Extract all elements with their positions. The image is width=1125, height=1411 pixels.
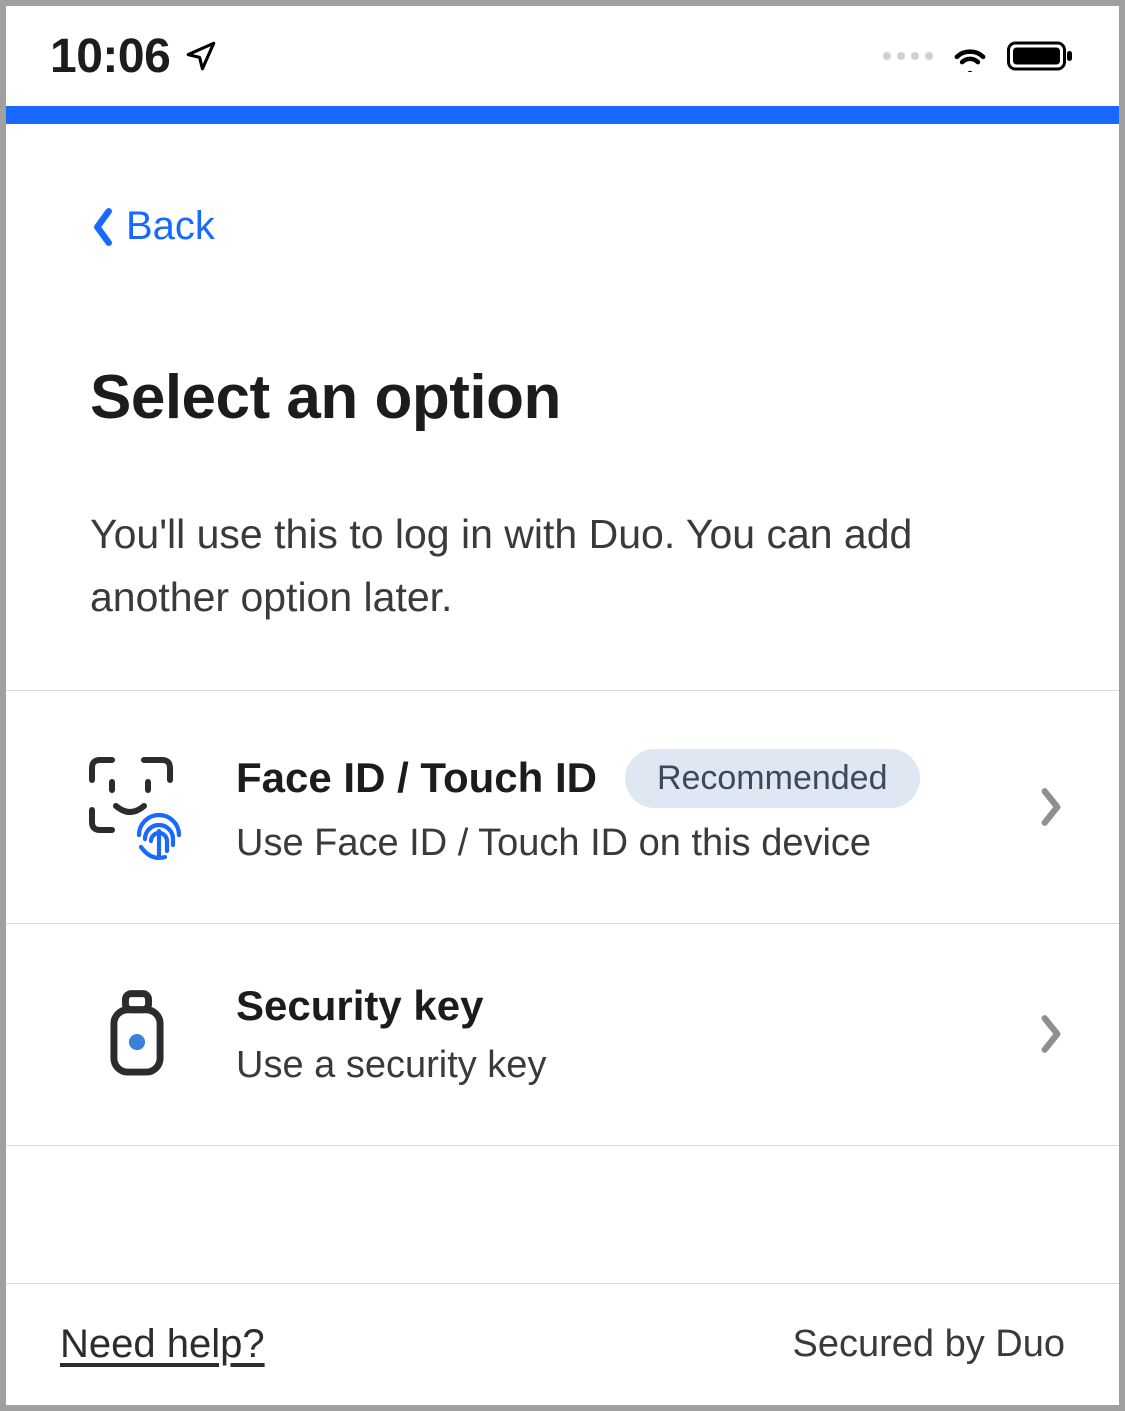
face-touch-id-icon [82, 752, 192, 862]
option-desc: Use a security key [236, 1044, 993, 1087]
option-desc: Use Face ID / Touch ID on this device [236, 822, 993, 865]
chevron-right-icon [1037, 785, 1065, 829]
option-face-touch-id[interactable]: Face ID / Touch ID Recommended Use Face … [6, 691, 1119, 924]
back-button[interactable]: Back [90, 204, 215, 249]
cellular-dots-icon [883, 52, 933, 60]
chevron-left-icon [90, 207, 116, 247]
back-label: Back [126, 204, 215, 249]
status-bar: 10:06 [6, 6, 1119, 106]
chevron-right-icon [1037, 1012, 1065, 1056]
recommended-badge: Recommended [625, 749, 920, 808]
wifi-icon [949, 40, 991, 72]
option-title: Security key [236, 982, 484, 1030]
page-subtitle: You'll use this to log in with Duo. You … [90, 503, 1035, 630]
help-link[interactable]: Need help? [60, 1322, 265, 1367]
footer: Need help? Secured by Duo [6, 1283, 1119, 1405]
page-title: Select an option [90, 362, 1035, 433]
accent-bar [6, 106, 1119, 124]
location-icon [184, 39, 218, 73]
security-key-icon [82, 989, 192, 1079]
clock: 10:06 [50, 29, 170, 84]
option-list: Face ID / Touch ID Recommended Use Face … [6, 690, 1119, 1146]
option-security-key[interactable]: Security key Use a security key [6, 924, 1119, 1146]
battery-icon [1007, 40, 1075, 72]
secured-by-label: Secured by Duo [793, 1323, 1066, 1366]
option-title: Face ID / Touch ID [236, 754, 597, 802]
